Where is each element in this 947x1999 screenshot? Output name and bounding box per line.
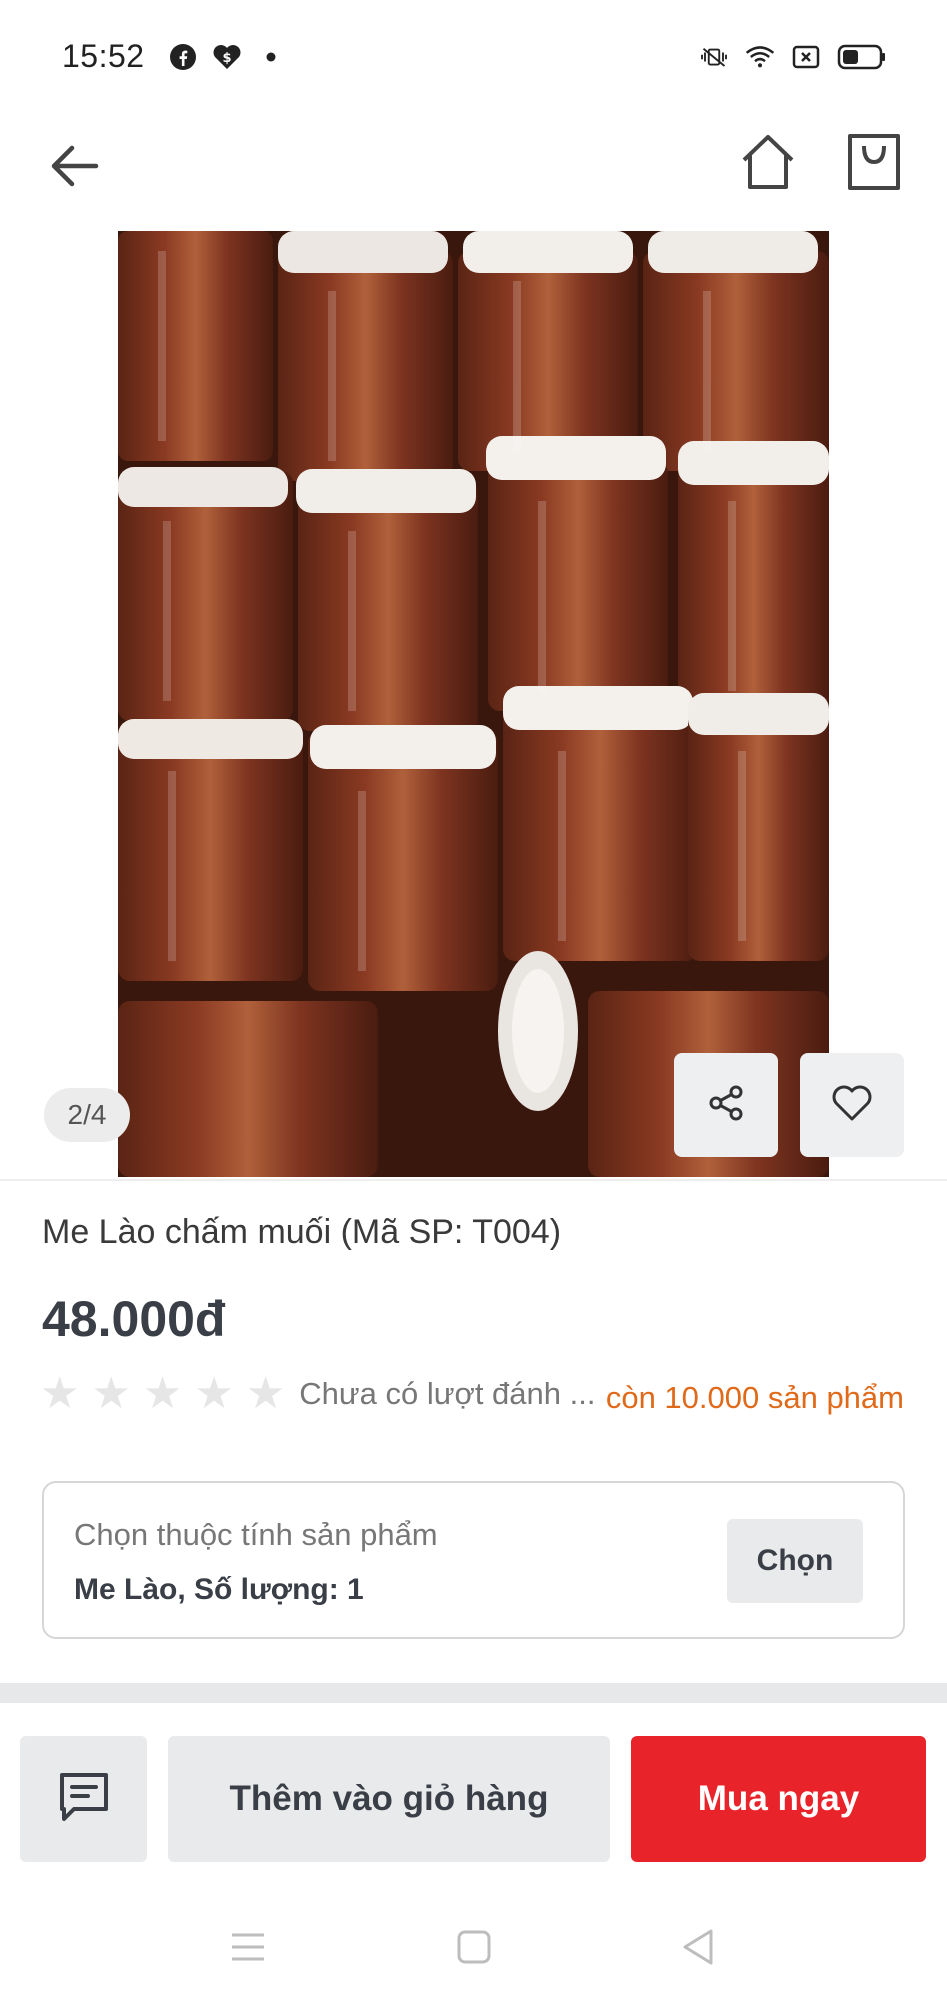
wifi-icon — [745, 42, 775, 72]
status-notifications: $ — [168, 42, 286, 72]
messenger-dollar-icon: $ — [212, 42, 242, 72]
divider — [0, 1179, 947, 1181]
product-image-gallery[interactable]: 2/4 — [0, 230, 947, 1178]
attribute-label: Chọn thuộc tính sản phẩm — [74, 1517, 438, 1552]
product-price: 48.000đ — [42, 1291, 226, 1347]
rating-text: Chưa có lượt đánh ... — [299, 1376, 596, 1411]
system-nav-bar — [0, 1905, 947, 1999]
square-home-icon[interactable] — [444, 1917, 504, 1977]
star-icon: ★ — [142, 1369, 183, 1418]
chat-icon — [56, 1769, 112, 1830]
star-icon: ★ — [245, 1369, 286, 1418]
attribute-value: Me Lào, Số lượng: 1 — [74, 1573, 364, 1606]
image-counter: 2/4 — [44, 1088, 130, 1142]
facebook-icon — [168, 42, 198, 72]
product-title: Me Lào chấm muối (Mã SP: T004) — [42, 1213, 562, 1251]
choose-button[interactable]: Chọn — [727, 1519, 863, 1603]
shopping-bag-icon[interactable] — [840, 128, 908, 196]
battery-icon — [837, 42, 887, 72]
dot-icon — [256, 42, 286, 72]
status-bar: 15:52 $ — [0, 0, 947, 110]
favorite-button[interactable] — [800, 1053, 904, 1157]
heart-icon — [830, 1083, 874, 1128]
triangle-back-icon[interactable] — [668, 1917, 728, 1977]
home-icon[interactable] — [734, 128, 802, 196]
rating-stars: ★ ★ ★ ★ ★ — [40, 1372, 285, 1416]
star-icon: ★ — [194, 1369, 234, 1418]
back-arrow-icon[interactable] — [40, 132, 108, 200]
top-nav-bar — [0, 110, 947, 230]
share-icon — [706, 1083, 746, 1128]
svg-text:$: $ — [222, 51, 231, 66]
share-button[interactable] — [674, 1053, 778, 1157]
section-divider — [0, 1683, 947, 1703]
product-photo[interactable] — [118, 231, 829, 1177]
sim-icon — [791, 42, 821, 72]
status-time: 15:52 — [62, 38, 145, 74]
rating-row[interactable]: ★ ★ ★ ★ ★ Chưa có lượt đánh ... — [40, 1372, 595, 1416]
chat-button[interactable] — [20, 1736, 147, 1862]
attribute-selector[interactable]: Chọn thuộc tính sản phẩm Me Lào, Số lượn… — [42, 1481, 905, 1639]
vibrate-icon — [699, 42, 729, 72]
add-to-cart-button[interactable]: Thêm vào giỏ hàng — [168, 1736, 610, 1862]
menu-icon[interactable] — [218, 1917, 278, 1977]
bottom-action-bar: Thêm vào giỏ hàng Mua ngay — [0, 1713, 947, 1863]
stock-text: còn 10.000 sản phẩm — [605, 1380, 904, 1415]
buy-now-button[interactable]: Mua ngay — [631, 1736, 926, 1862]
star-icon: ★ — [91, 1369, 131, 1418]
status-system-icons — [699, 42, 887, 72]
star-icon: ★ — [40, 1369, 80, 1418]
